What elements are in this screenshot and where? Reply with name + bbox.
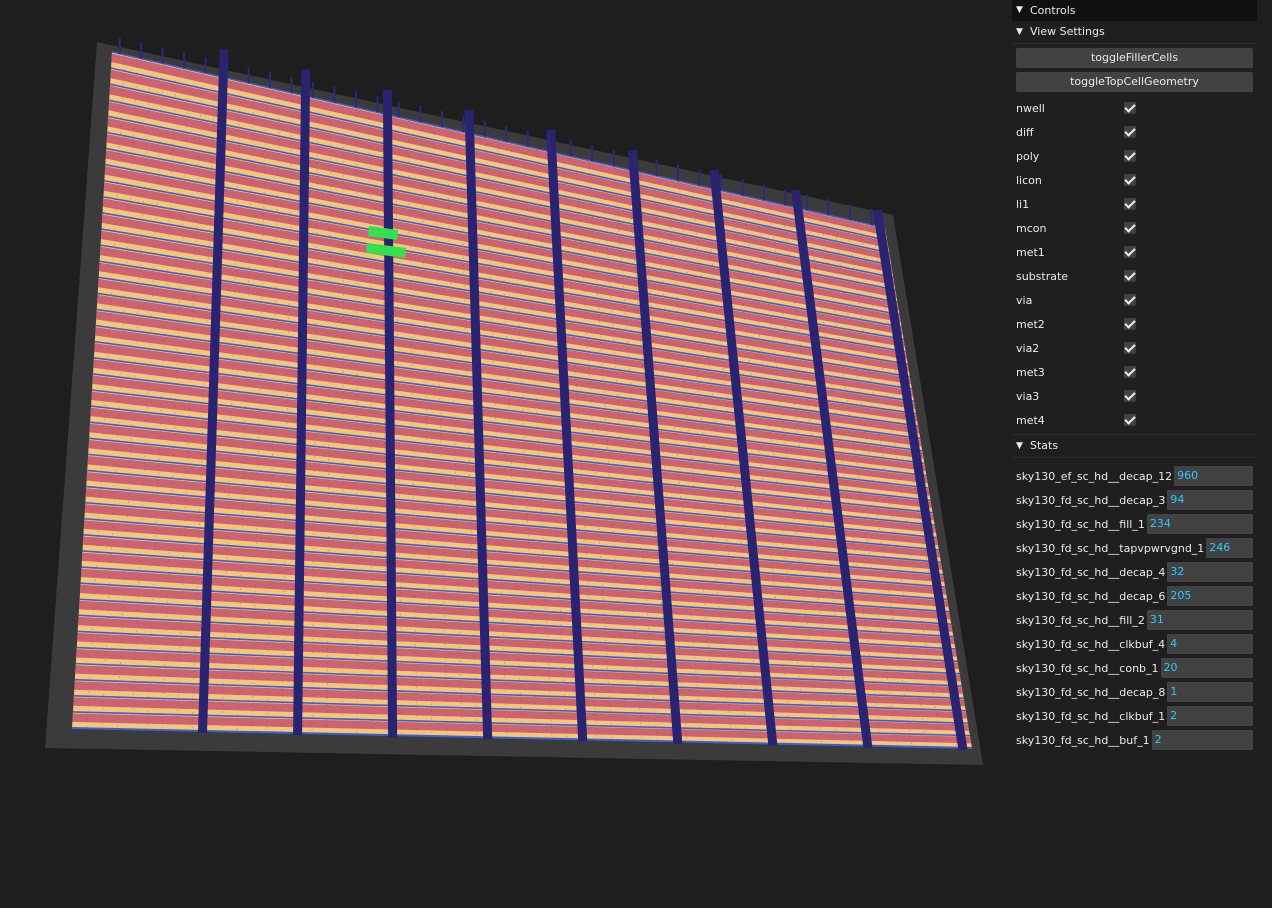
stat-label: sky130_fd_sc_hd__clkbuf_4 [1016,637,1166,651]
view-settings-label: View Settings [1030,25,1105,38]
layer-row-diff: diff [1016,120,1253,144]
layer-label: li1 [1016,197,1030,211]
layer-row-li1: li1 [1016,192,1253,216]
stat-row: sky130_fd_sc_hd__decap_4 32 [1016,560,1253,584]
chevron-down-icon: ▼ [1016,5,1023,15]
layer-checkbox-poly[interactable] [1124,150,1136,162]
stat-label: sky130_fd_sc_hd__decap_8 [1016,685,1166,699]
stat-value-field[interactable]: 1 [1167,682,1253,702]
stat-label: sky130_fd_sc_hd__buf_1 [1016,733,1150,747]
layer-label: met3 [1016,365,1045,379]
stat-value-field[interactable]: 234 [1146,514,1253,534]
chevron-down-icon: ▼ [1016,27,1023,37]
stat-row: sky130_fd_sc_hd__fill_1 234 [1016,512,1253,536]
stats-label: Stats [1030,439,1059,452]
controls-title-bar[interactable]: ▼ Controls [1012,0,1257,21]
stat-label: sky130_fd_sc_hd__fill_1 [1016,517,1145,531]
stat-label: sky130_fd_sc_hd__decap_3 [1016,493,1166,507]
stat-value-field[interactable]: 205 [1167,586,1253,606]
layer-checkbox-met2[interactable] [1124,318,1136,330]
view-settings-body: toggleFillerCells toggleTopCellGeometry … [1012,44,1257,434]
layer-checkbox-met1[interactable] [1124,246,1136,258]
layer-checkbox-via2[interactable] [1124,342,1136,354]
layer-row-via3: via3 [1016,384,1253,408]
layer-label: met1 [1016,245,1045,259]
layer-label: via2 [1016,341,1040,355]
layer-checkbox-met4[interactable] [1124,414,1136,426]
stat-value-field[interactable]: 20 [1160,658,1253,678]
layer-label: met2 [1016,317,1045,331]
layer-row-met3: met3 [1016,360,1253,384]
layer-checkbox-li1[interactable] [1124,198,1136,210]
layer-checkbox-mcon[interactable] [1124,222,1136,234]
stat-label: sky130_fd_sc_hd__tapvpwrvgnd_1 [1016,541,1205,555]
stat-label: sky130_fd_sc_hd__fill_2 [1016,613,1145,627]
layer-row-via: via [1016,288,1253,312]
stats-title[interactable]: ▼ Stats [1012,434,1257,458]
layer-checkbox-diff[interactable] [1124,126,1136,138]
view-settings-folder: ▼ View Settings toggleFillerCells toggle… [1012,21,1257,434]
layer-row-met2: met2 [1016,312,1253,336]
chip-layout-scene[interactable] [0,0,1005,908]
layer-row-substrate: substrate [1016,264,1253,288]
layer-label: licon [1016,173,1042,187]
layer-checkbox-via3[interactable] [1124,390,1136,402]
stat-row: sky130_fd_sc_hd__decap_8 1 [1016,680,1253,704]
layer-row-poly: poly [1016,144,1253,168]
stat-row: sky130_fd_sc_hd__decap_3 94 [1016,488,1253,512]
stat-label: sky130_fd_sc_hd__conb_1 [1016,661,1159,675]
layer-checkbox-licon[interactable] [1124,174,1136,186]
layer-label: via3 [1016,389,1040,403]
stat-row: sky130_fd_sc_hd__clkbuf_1 2 [1016,704,1253,728]
layer-label: met4 [1016,413,1045,427]
view-settings-title[interactable]: ▼ View Settings [1012,21,1257,44]
stat-row: sky130_fd_sc_hd__fill_2 31 [1016,608,1253,632]
stat-row: sky130_ef_sc_hd__decap_12 960 [1016,464,1253,488]
stat-label: sky130_fd_sc_hd__decap_6 [1016,589,1166,603]
stat-label: sky130_fd_sc_hd__decap_4 [1016,565,1166,579]
layer-label: substrate [1016,269,1069,283]
controls-panel: ▼ Controls ▼ View Settings toggleFillerC… [1012,0,1257,754]
stats-list: sky130_ef_sc_hd__decap_12 960 sky130_fd_sc… [1012,458,1257,754]
stat-row: sky130_fd_sc_hd__buf_1 2 [1016,728,1253,752]
layer-row-licon: licon [1016,168,1253,192]
stat-label: sky130_ef_sc_hd__decap_12 [1016,469,1173,483]
layer-row-mcon: mcon [1016,216,1253,240]
layer-row-nwell: nwell [1016,96,1253,120]
stat-value-field[interactable]: 31 [1146,610,1253,630]
toggle-top-cell-geometry-button[interactable]: toggleTopCellGeometry [1016,72,1253,92]
layer-row-met1: met1 [1016,240,1253,264]
toggle-filler-cells-button[interactable]: toggleFillerCells [1016,48,1253,68]
stat-value-field[interactable]: 94 [1167,490,1253,510]
stat-value-field[interactable]: 2 [1151,730,1253,750]
layer-row-met4: met4 [1016,408,1253,432]
chevron-down-icon: ▼ [1016,441,1023,451]
layer-checkbox-substrate[interactable] [1124,270,1136,282]
stat-value-field[interactable]: 960 [1174,466,1253,486]
layer-label: diff [1016,125,1034,139]
layer-checkbox-met3[interactable] [1124,366,1136,378]
layer-list: nwell diff poly licon li1 mcon met1 substrate vi… [1016,96,1253,432]
controls-title: Controls [1030,4,1076,17]
stat-label: sky130_fd_sc_hd__clkbuf_1 [1016,709,1166,723]
stat-row: sky130_fd_sc_hd__decap_6 205 [1016,584,1253,608]
layer-label: via [1016,293,1033,307]
layer-checkbox-via[interactable] [1124,294,1136,306]
layer-row-via2: via2 [1016,336,1253,360]
met4-strap [382,89,398,738]
stat-row: sky130_fd_sc_hd__clkbuf_4 4 [1016,632,1253,656]
layer-checkbox-nwell[interactable] [1124,102,1136,114]
stat-row: sky130_fd_sc_hd__tapvpwrvgnd_1 246 [1016,536,1253,560]
stat-value-field[interactable]: 246 [1206,538,1253,558]
layer-label: poly [1016,149,1040,163]
layer-label: nwell [1016,101,1045,115]
stat-value-field[interactable]: 32 [1167,562,1253,582]
layout-3d-viewport[interactable] [0,0,1005,908]
stat-value-field[interactable]: 2 [1167,706,1253,726]
stats-folder: ▼ Stats sky130_ef_sc_hd__decap_12 960 sky1… [1012,434,1257,754]
stat-value-field[interactable]: 4 [1167,634,1253,654]
stat-row: sky130_fd_sc_hd__conb_1 20 [1016,656,1253,680]
layer-label: mcon [1016,221,1047,235]
